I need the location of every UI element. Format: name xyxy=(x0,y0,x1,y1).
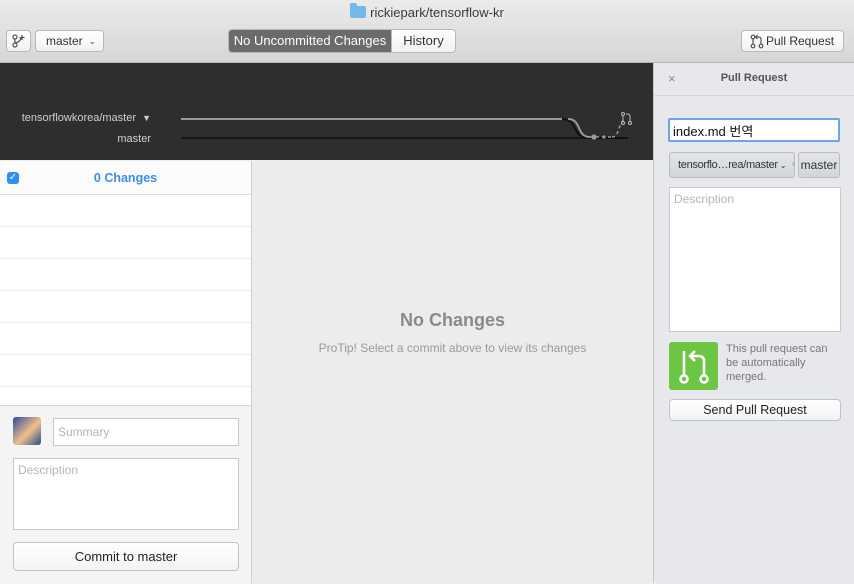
toolbar: rickiepark/tensorflow-kr master ⌄ No Unc… xyxy=(0,0,854,63)
pull-request-button-label: Pull Request xyxy=(766,34,835,48)
branch-select-label: master xyxy=(46,34,83,48)
pull-request-icon xyxy=(750,34,764,49)
pull-request-panel: × Pull Request tensorflo…rea/master⌄ ‹ m… xyxy=(653,63,854,583)
folder-icon xyxy=(350,3,367,18)
list-item xyxy=(0,323,251,355)
merge-status-badge xyxy=(669,342,718,390)
empty-state-heading: No Changes xyxy=(399,310,505,330)
summary-input[interactable] xyxy=(53,418,239,446)
commit-area: Commit to master xyxy=(0,405,251,584)
list-item xyxy=(0,291,251,323)
tab-uncommitted-changes[interactable]: No Uncommitted Changes xyxy=(229,30,391,52)
pull-request-header: × Pull Request xyxy=(654,63,854,96)
branch-select[interactable]: master ⌄ xyxy=(35,30,104,52)
pull-request-marker-icon xyxy=(621,112,632,125)
pull-request-title: Pull Request xyxy=(720,72,788,84)
pull-request-button[interactable]: Pull Request xyxy=(741,30,844,52)
diff-area: No Changes ProTip! Select a commit above… xyxy=(252,161,653,583)
changes-header: ✓ 0 Changes xyxy=(0,161,251,195)
list-item xyxy=(0,259,251,291)
branch-graph-lines xyxy=(181,112,632,140)
list-item xyxy=(0,355,251,387)
changes-panel: ✓ 0 Changes Commit to master xyxy=(0,161,252,584)
pull-request-title-input[interactable] xyxy=(668,118,840,142)
changes-count: 0 Changes xyxy=(93,171,158,185)
compare-branch-select[interactable]: master xyxy=(798,152,840,178)
send-pull-request-button[interactable]: Send Pull Request xyxy=(669,399,841,421)
branch-add-icon xyxy=(11,34,24,48)
empty-state-tip: ProTip! Select a commit above to view it… xyxy=(318,341,587,355)
tab-history[interactable]: History xyxy=(391,30,455,52)
pull-request-icon xyxy=(679,350,709,384)
pull-request-description-input[interactable] xyxy=(669,187,841,332)
list-item xyxy=(0,227,251,259)
create-branch-button[interactable] xyxy=(6,30,31,52)
arrow-left-icon: ‹ xyxy=(792,159,795,168)
list-item xyxy=(0,195,251,227)
merge-status-text: This pull request can be automatically m… xyxy=(726,343,828,383)
commit-button[interactable]: Commit to master xyxy=(13,542,239,571)
base-branch-label: tensorflo…rea/master xyxy=(678,159,778,171)
chevron-down-icon: ⌄ xyxy=(88,36,96,46)
window-title-text: rickiepark/tensorflow-kr xyxy=(370,5,504,20)
base-branch-select[interactable]: tensorflo…rea/master ⌄ xyxy=(669,152,795,178)
chevron-down-icon: ⌄ xyxy=(779,161,787,170)
avatar xyxy=(13,417,41,445)
description-input[interactable] xyxy=(13,458,239,530)
branch-graph: tensorflowkorea/master ▼ master xyxy=(0,63,653,160)
window-title: rickiepark/tensorflow-kr xyxy=(0,3,854,20)
view-tabs: No Uncommitted Changes History xyxy=(228,29,456,53)
